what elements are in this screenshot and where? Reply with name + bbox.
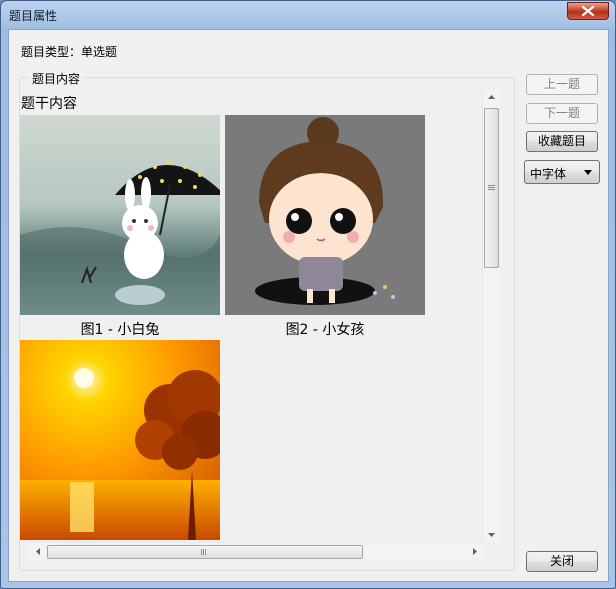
window-close-button[interactable] (567, 2, 609, 20)
grip-line (205, 549, 206, 555)
girl-in-rain-picture (225, 115, 425, 315)
close-icon (582, 6, 594, 16)
vertical-scroll-thumb[interactable] (484, 108, 499, 268)
horizontal-scrollbar[interactable] (30, 542, 482, 560)
prev-question-button[interactable]: 上一题 (526, 74, 598, 95)
window-title: 题目属性 (9, 9, 58, 23)
figure-caption: 图2 - 小女孩 (285, 322, 365, 338)
horizontal-scroll-thumb[interactable] (47, 545, 363, 559)
group-label: 题目内容 (29, 70, 84, 87)
sunset-tree-picture (20, 340, 220, 540)
question-stem: 题干内容 (21, 96, 77, 112)
next-question-button[interactable]: 下一题 (526, 103, 598, 124)
scroll-right-arrow-icon[interactable] (470, 547, 479, 556)
grip-line (488, 189, 495, 190)
dialog-window: 题目属性 题目类型：单选题 题目内容 题干内容 图1 - 小白兔 图2 - 小女… (0, 0, 616, 589)
question-type-label: 题目类型：单选题 (21, 45, 118, 59)
scroll-left-arrow-icon[interactable] (34, 547, 43, 556)
title-bar[interactable]: 题目属性 (1, 1, 615, 29)
grip-line (488, 187, 495, 188)
figure-caption: 图1 - 小白兔 (80, 322, 160, 338)
grip-line (488, 185, 495, 186)
font-size-select[interactable]: 中字体 (524, 160, 600, 184)
question-content-view[interactable]: 题干内容 图1 - 小白兔 图2 - 小女孩 (20, 90, 473, 542)
rabbit-umbrella-picture (20, 115, 220, 315)
close-button[interactable]: 关闭 (526, 551, 598, 572)
font-size-selected-value: 中字体 (530, 167, 567, 181)
grip-line (203, 549, 204, 555)
figure-1: 图1 - 小白兔 (20, 115, 220, 339)
favorite-question-button[interactable]: 收藏题目 (526, 131, 598, 152)
figure-2: 图2 - 小女孩 (225, 115, 425, 339)
dropdown-arrow-icon (584, 170, 592, 175)
grip-line (201, 549, 202, 555)
scroll-down-arrow-icon[interactable] (487, 530, 496, 539)
dialog-client-area: 题目类型：单选题 题目内容 题干内容 图1 - 小白兔 图2 - 小女孩 上一题… (8, 29, 609, 582)
vertical-scrollbar[interactable] (482, 90, 500, 542)
scroll-up-arrow-icon[interactable] (487, 93, 496, 102)
figure-3 (20, 340, 220, 540)
